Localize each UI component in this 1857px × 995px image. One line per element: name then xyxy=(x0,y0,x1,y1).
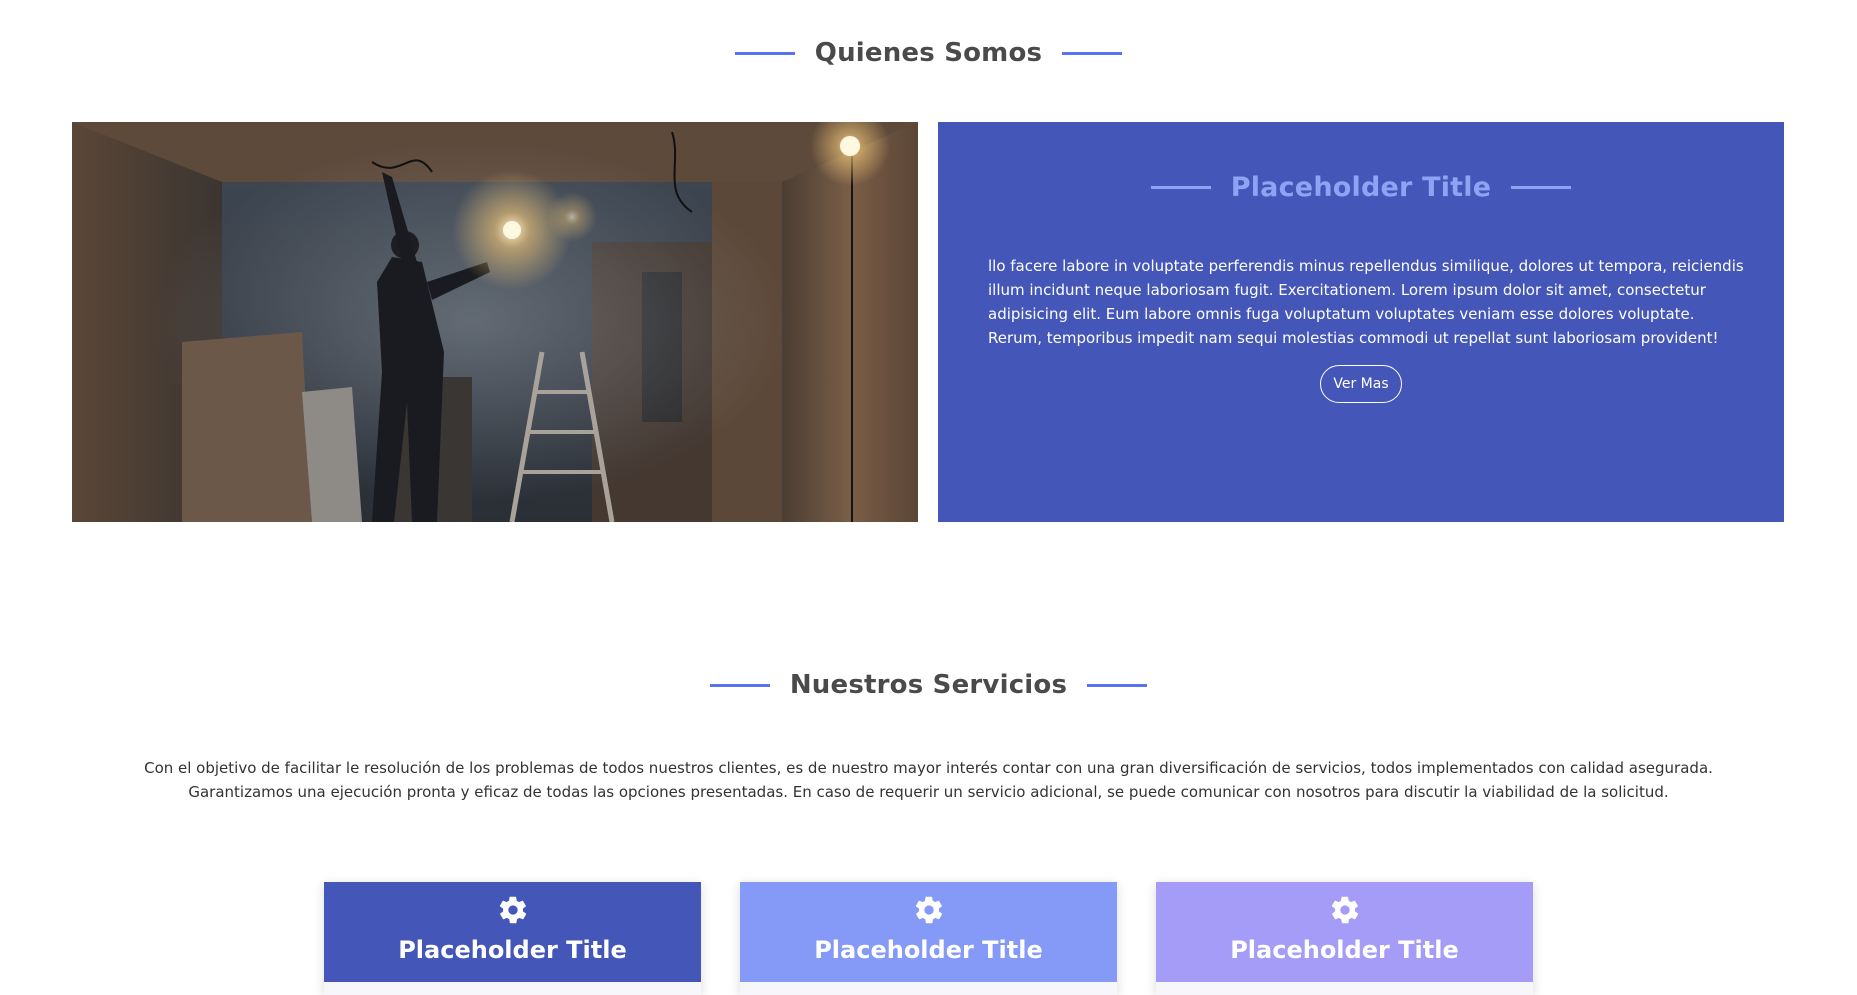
service-card-title: Placeholder Title xyxy=(1230,936,1459,964)
services-description-line-1: Con el objetivo de facilitar le resoluci… xyxy=(144,759,1713,777)
service-card-title: Placeholder Title xyxy=(398,936,627,964)
service-card-3[interactable]: Placeholder Title xyxy=(1156,882,1533,995)
service-card-title: Placeholder Title xyxy=(814,936,1043,964)
service-card-header: Placeholder Title xyxy=(324,882,701,982)
heading-decor-line-right xyxy=(1511,186,1572,189)
gear-icon xyxy=(915,896,942,924)
services-heading-text: Nuestros Servicios xyxy=(789,670,1068,700)
service-card-body xyxy=(1156,982,1533,995)
services-section-heading: Nuestros Servicios xyxy=(0,670,1857,700)
services-description: Con el objetivo de facilitar le resoluci… xyxy=(0,756,1857,804)
panel-paragraph: llo facere labore in voluptate perferend… xyxy=(988,257,1744,347)
about-heading-text: Quienes Somos xyxy=(814,38,1043,68)
service-card-header: Placeholder Title xyxy=(1156,882,1533,982)
about-info-panel: Placeholder Title llo facere labore in v… xyxy=(938,122,1784,522)
about-section-heading: Quienes Somos xyxy=(0,38,1857,68)
service-card-header: Placeholder Title xyxy=(740,882,1117,982)
construction-worker-image xyxy=(72,122,918,522)
services-description-line-2: Garantizamos una ejecución pronta y efic… xyxy=(188,783,1669,801)
heading-decor-line-right xyxy=(1087,683,1148,687)
panel-title: Placeholder Title xyxy=(1230,172,1492,203)
heading-decor-line-right xyxy=(1062,51,1123,55)
gear-icon xyxy=(1331,896,1358,924)
service-card-1[interactable]: Placeholder Title xyxy=(324,882,701,995)
ver-mas-button[interactable]: Ver Mas xyxy=(1320,365,1402,403)
heading-decor-line-left xyxy=(734,51,795,55)
service-card-2[interactable]: Placeholder Title xyxy=(740,882,1117,995)
panel-heading: Placeholder Title xyxy=(938,172,1784,203)
heading-decor-line-left xyxy=(1150,186,1211,189)
about-photo xyxy=(72,122,918,522)
heading-decor-line-left xyxy=(709,683,770,687)
service-card-body xyxy=(740,982,1117,995)
gear-icon xyxy=(499,896,526,924)
service-card-body xyxy=(324,982,701,995)
